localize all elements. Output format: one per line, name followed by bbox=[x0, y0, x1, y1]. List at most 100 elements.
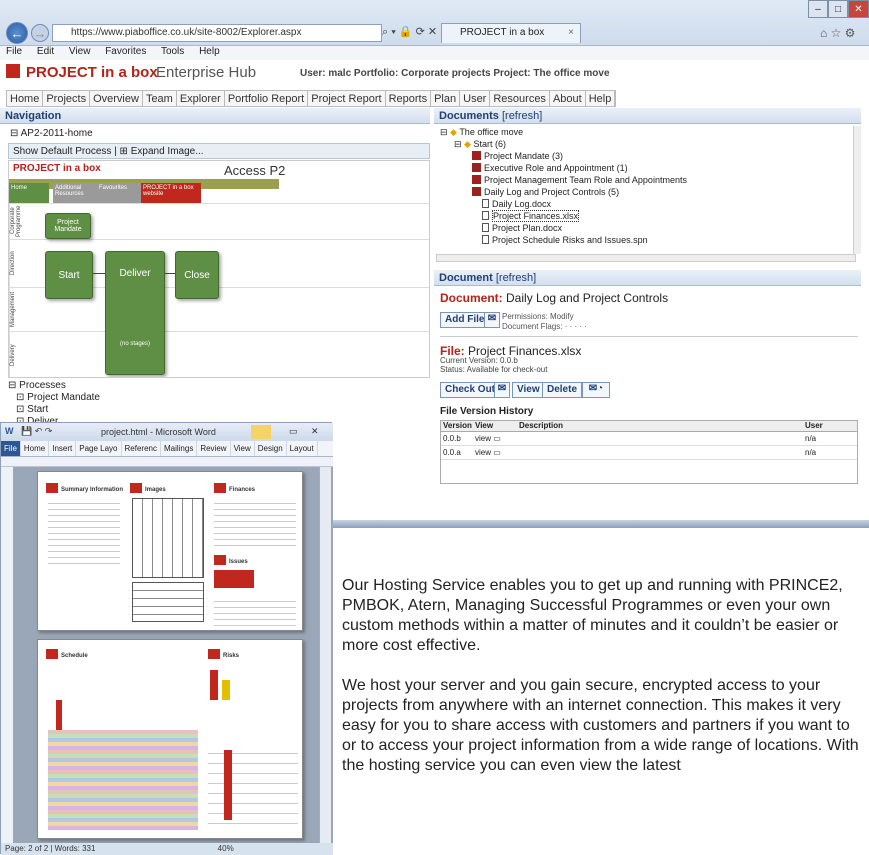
view-icon[interactable]: ▭ bbox=[493, 434, 501, 443]
check-out-button[interactable]: Check Out bbox=[440, 382, 501, 398]
menu-help[interactable]: Help bbox=[199, 46, 220, 57]
menu-view[interactable]: View bbox=[69, 46, 91, 57]
tab-plan[interactable]: Plan bbox=[431, 91, 461, 106]
risks-table bbox=[208, 744, 298, 830]
maximize-button[interactable]: □ bbox=[828, 0, 848, 18]
word-close-button[interactable]: ✕ bbox=[311, 426, 319, 437]
word-tab-references[interactable]: Referenc bbox=[122, 441, 161, 456]
forward-button[interactable]: → bbox=[31, 24, 49, 42]
expand-image-link[interactable]: Expand Image... bbox=[131, 146, 204, 157]
process-close[interactable]: Close bbox=[175, 251, 219, 299]
address-bar[interactable]: https://www.piaboffice.co.uk/site-8002/E… bbox=[52, 24, 382, 42]
tab-projects[interactable]: Projects bbox=[43, 91, 91, 106]
address-bar-icons[interactable]: ⌕ ▾ 🔒 ⟳ ✕ bbox=[382, 25, 437, 39]
cell-view[interactable]: view ▭ bbox=[475, 434, 519, 443]
processes-tree: ⊟ Processes ⊡ Project Mandate ⊡ Start ⊡ … bbox=[8, 380, 100, 428]
word-tab-insert[interactable]: Insert bbox=[49, 441, 77, 456]
diagram-tab-resources[interactable]: Additional Resources bbox=[53, 183, 103, 203]
menu-favorites[interactable]: Favorites bbox=[105, 46, 146, 57]
word-tab-page-layout[interactable]: Page Layo bbox=[76, 441, 122, 456]
word-tab-file[interactable]: File bbox=[1, 441, 21, 456]
process-node-start[interactable]: ⊡ Start bbox=[8, 404, 100, 416]
floorplan-image bbox=[132, 498, 204, 578]
view-button[interactable]: View bbox=[512, 382, 545, 398]
tab-resources[interactable]: Resources bbox=[490, 91, 550, 106]
tab-portfolio-report[interactable]: Portfolio Report bbox=[225, 91, 309, 106]
tree-file[interactable]: Project Plan.docx bbox=[436, 222, 854, 234]
word-tab-home[interactable]: Home bbox=[21, 441, 50, 456]
table-row[interactable]: 0.0.b view ▭ n/a bbox=[441, 432, 857, 446]
close-tab-icon[interactable]: × bbox=[568, 27, 574, 38]
process-start[interactable]: Start bbox=[45, 251, 93, 299]
tree-doc[interactable]: Executive Role and Appointment (1) bbox=[436, 162, 854, 174]
cell-view[interactable]: view ▭ bbox=[475, 448, 519, 457]
diagram-tab-favourites[interactable]: Favourites bbox=[97, 183, 141, 203]
word-tab-review[interactable]: Review bbox=[197, 441, 231, 456]
tab-about[interactable]: About bbox=[550, 91, 586, 106]
minimize-button[interactable]: – bbox=[808, 0, 828, 18]
tab-reports[interactable]: Reports bbox=[386, 91, 432, 106]
tree-doc[interactable]: Project Management Team Role and Appoint… bbox=[436, 174, 854, 186]
processes-node[interactable]: ⊟ Processes bbox=[8, 380, 100, 392]
word-tab-design[interactable]: Design bbox=[255, 441, 287, 456]
tree-file-label: Project Schedule Risks and Issues.spn bbox=[492, 235, 648, 245]
word-tab-layout[interactable]: Layout bbox=[287, 441, 318, 456]
word-document-area[interactable]: Summary Information Images Finances Issu… bbox=[1, 467, 333, 843]
diagram-tab-website[interactable]: PROJECT in a box website bbox=[141, 183, 201, 203]
taskbar-strip bbox=[332, 520, 869, 528]
expand-icon[interactable]: ⊞ bbox=[120, 146, 128, 157]
process-node-mandate[interactable]: ⊡ Project Mandate bbox=[8, 392, 100, 404]
tab-help[interactable]: Help bbox=[586, 91, 616, 106]
browser-tab[interactable]: PROJECT in a box × bbox=[441, 23, 581, 43]
tree-file[interactable]: Project Schedule Risks and Issues.spn bbox=[436, 234, 854, 246]
email-icon[interactable]: ✉ bbox=[494, 382, 510, 398]
process-deliver[interactable]: Deliver bbox=[105, 251, 165, 375]
close-window-button[interactable]: ✕ bbox=[848, 0, 869, 18]
show-default-process-link[interactable]: Show Default Process bbox=[13, 146, 111, 157]
tab-team[interactable]: Team bbox=[143, 91, 177, 106]
tree-doc[interactable]: Project Mandate (3) bbox=[436, 150, 854, 162]
tree-root[interactable]: ⊟ ◆ The office move bbox=[436, 126, 854, 138]
word-tab-mailings[interactable]: Mailings bbox=[161, 441, 198, 456]
view-link[interactable]: view bbox=[475, 434, 491, 443]
documents-vertical-scrollbar[interactable] bbox=[853, 126, 861, 254]
add-file-button[interactable]: Add File bbox=[440, 312, 490, 328]
view-icon[interactable]: ▭ bbox=[493, 448, 501, 457]
menu-file[interactable]: File bbox=[6, 46, 22, 57]
documents-horizontal-scrollbar[interactable] bbox=[436, 254, 856, 262]
navigation-title: Navigation bbox=[0, 108, 430, 124]
delete-button[interactable]: Delete bbox=[542, 382, 583, 398]
word-minimize-button[interactable] bbox=[251, 425, 271, 439]
tab-home[interactable]: Home bbox=[7, 91, 44, 106]
word-restore-button[interactable]: ▭ bbox=[289, 426, 298, 437]
view-link[interactable]: view bbox=[475, 448, 491, 457]
word-vertical-scrollbar[interactable] bbox=[319, 467, 331, 843]
word-zoom[interactable]: 40% bbox=[218, 844, 234, 853]
diagram-tab-home[interactable]: Home bbox=[9, 183, 49, 203]
document-refresh-link[interactable]: [refresh] bbox=[496, 272, 536, 284]
tree-folder-start[interactable]: ⊟ ◆ Start (6) bbox=[436, 138, 854, 150]
tree-file-selected[interactable]: Project Finances.xlsx bbox=[436, 210, 854, 222]
back-button[interactable]: ← bbox=[6, 22, 28, 44]
tab-project-report[interactable]: Project Report bbox=[308, 91, 386, 106]
tree-file[interactable]: Daily Log.docx bbox=[436, 198, 854, 210]
quick-access-icons[interactable]: 💾 ↶ ↷ bbox=[21, 426, 52, 437]
tab-overview[interactable]: Overview bbox=[90, 91, 143, 106]
email-clock-icon[interactable]: ✉◔ bbox=[582, 382, 610, 398]
home-star-gear-icons[interactable]: ⌂ ☆ ⚙ bbox=[820, 26, 855, 40]
nav-root-item[interactable]: ⊟ AP2-2011-home bbox=[10, 128, 93, 139]
collapse-icon[interactable]: ⊟ bbox=[10, 128, 21, 139]
process-project-mandate[interactable]: Project Mandate bbox=[45, 213, 91, 239]
process-node-label: Project Mandate bbox=[27, 392, 100, 403]
documents-refresh-link[interactable]: [refresh] bbox=[502, 110, 542, 122]
tab-explorer[interactable]: Explorer bbox=[177, 91, 225, 106]
tab-user[interactable]: User bbox=[460, 91, 491, 106]
word-tab-view[interactable]: View bbox=[231, 441, 255, 456]
tree-doc[interactable]: Daily Log and Project Controls (5) bbox=[436, 186, 854, 198]
email-icon[interactable]: ✉ bbox=[484, 312, 500, 328]
app-logo-sub: Enterprise Hub bbox=[156, 64, 257, 81]
menu-edit[interactable]: Edit bbox=[37, 46, 54, 57]
word-ruler[interactable] bbox=[1, 457, 333, 467]
menu-tools[interactable]: Tools bbox=[161, 46, 184, 57]
table-row[interactable]: 0.0.a view ▭ n/a bbox=[441, 446, 857, 460]
